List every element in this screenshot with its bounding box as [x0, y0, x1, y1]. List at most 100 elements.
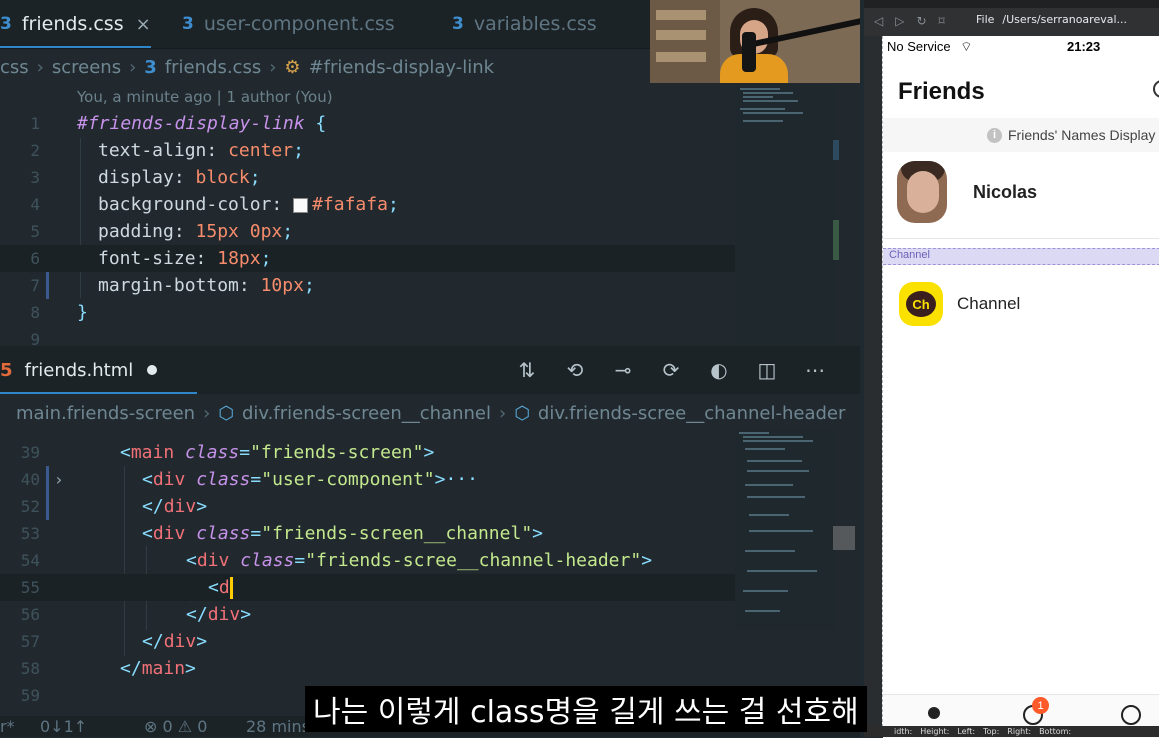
address-bar[interactable]: File/Users/serranoareval...: [976, 13, 1127, 26]
tab-variables-css[interactable]: 3 variables.css: [452, 0, 597, 48]
sync-status[interactable]: 0↓1↑: [40, 717, 87, 736]
code-line: 5 padding: 15px 0px;: [0, 218, 735, 245]
tag-bracket: >: [532, 523, 544, 544]
compare-changes-icon[interactable]: ⇅: [514, 358, 540, 382]
tab-label: user-component.css: [203, 13, 395, 35]
breadcrumb-item[interactable]: friends.css: [165, 57, 261, 78]
color-swatch-icon[interactable]: [293, 197, 309, 213]
css-property: margin-bottom: [98, 275, 239, 296]
chevron-right-icon: ›: [498, 402, 507, 424]
browser-window: ◁ ▷ ↻ ⌑ File/Users/serranoareval... No S…: [864, 0, 1159, 738]
breadcrumb-item[interactable]: #friends-display-link: [309, 57, 495, 78]
css-colon: :: [173, 167, 196, 188]
branch-status[interactable]: r*: [0, 717, 15, 736]
unsaved-dot-icon[interactable]: [147, 365, 158, 375]
breadcrumb-item[interactable]: screens: [52, 57, 121, 78]
code-text: background-color: #fafafa;: [98, 194, 399, 215]
line-number: 56: [20, 605, 40, 624]
git-graph-icon[interactable]: ◐: [706, 358, 732, 382]
editor-actions: ⇅ ⟲ ⊸ ⟳ ◐ ◫ ⋯: [514, 358, 828, 382]
previous-change-icon[interactable]: ⟲: [562, 358, 588, 382]
css-brace: {: [304, 113, 327, 134]
url-text: /Users/serranoareval...: [1002, 13, 1128, 26]
breadcrumb-item[interactable]: div.friends-scree__channel-header: [538, 403, 846, 424]
css-colon: :: [271, 194, 294, 215]
fold-chevron-icon[interactable]: ›: [54, 470, 64, 489]
tab-friends-html[interactable]: 5 friends.html: [0, 346, 198, 394]
code-text: </div>: [142, 631, 207, 652]
tab-label: friends.html: [24, 359, 134, 381]
phone-status-bar: No Service ⌔ 21:23: [887, 39, 1159, 59]
url-scheme: File: [976, 13, 995, 26]
channel-item[interactable]: Ch Channel: [899, 282, 1020, 326]
line-number: 58: [20, 659, 40, 678]
split-editor-icon[interactable]: ◫: [754, 358, 780, 382]
chevron-right-icon: ›: [269, 56, 277, 78]
code-line: 55 <d: [0, 574, 735, 601]
tag-bracket: <: [208, 576, 219, 598]
code-line: 56 </div>: [0, 601, 735, 628]
tag-bracket: >: [240, 604, 252, 625]
next-change-icon[interactable]: ⟳: [658, 358, 684, 382]
css-semicolon: ;: [303, 275, 315, 296]
bookmark-icon[interactable]: ⌑: [939, 14, 945, 28]
git-blame-lens[interactable]: You, a minute ago | 1 author (You): [77, 88, 333, 106]
tab-more-icon[interactable]: [1121, 705, 1141, 725]
page-title: Friends: [898, 78, 985, 105]
line-number: 3: [30, 168, 40, 187]
attr-equals: =: [294, 550, 306, 571]
breadcrumb-item[interactable]: css: [0, 57, 29, 78]
problems-status[interactable]: ⊗ 0 ⚠ 0: [144, 717, 207, 736]
css-value: #fafafa: [312, 194, 388, 215]
line-number: 39: [20, 443, 40, 462]
breadcrumb-item[interactable]: main.friends-screen: [16, 403, 195, 424]
css-semicolon: ;: [249, 167, 261, 188]
tab-friends-css[interactable]: 3 friends.css ×: [0, 0, 151, 48]
line-number: 7: [30, 276, 40, 295]
browser-tab-strip[interactable]: [864, 0, 1159, 8]
css-property: display: [98, 167, 174, 188]
attr-value: "friends-scree__channel-header": [305, 550, 642, 571]
css-minimap[interactable]: [735, 84, 839, 344]
chevron-right-icon: ›: [203, 402, 211, 424]
line-number: 59: [20, 686, 40, 705]
tab-user-component-css[interactable]: 3 user-component.css: [182, 0, 395, 48]
html-minimap[interactable]: [735, 430, 855, 630]
css-property: font-size: [98, 248, 196, 269]
line-number: 57: [20, 632, 40, 651]
code-line: 6 font-size: 18px;: [0, 245, 735, 272]
settings-icon[interactable]: [1153, 80, 1159, 98]
css-file-icon: 3: [182, 14, 194, 34]
code-text: </div>: [186, 604, 251, 625]
commit-icon[interactable]: ⊸: [610, 358, 636, 382]
forward-icon[interactable]: ▷: [895, 14, 904, 28]
tag-bracket: >: [423, 442, 435, 463]
highlight-label: Channel: [889, 249, 930, 261]
user-component[interactable]: Nicolas: [897, 160, 1037, 224]
tag-bracket: <: [142, 469, 153, 490]
divider: [883, 238, 1159, 239]
code-line: 54 <div class="friends-scree__channel-hea…: [0, 547, 735, 574]
code-text: text-align: center;: [98, 140, 304, 161]
more-actions-icon[interactable]: ⋯: [802, 358, 828, 382]
tab-friends-icon[interactable]: [928, 707, 940, 719]
code-text: <main class="friends-screen">: [120, 442, 434, 463]
code-line: 40 › <div class="user-component">···: [0, 466, 735, 493]
tag-name: main: [141, 658, 186, 679]
reload-icon[interactable]: ↻: [916, 14, 926, 28]
tag-bracket: </: [142, 631, 164, 652]
selector-icon: ⚙: [284, 56, 301, 78]
breadcrumb-item[interactable]: div.friends-screen__channel: [242, 403, 491, 424]
tag-bracket: </: [120, 658, 142, 679]
tag-name: div: [196, 550, 230, 571]
close-icon[interactable]: ×: [136, 14, 151, 35]
code-text: padding: 15px 0px;: [98, 221, 293, 242]
kakao-channel-icon: Ch: [899, 282, 943, 326]
timer-status[interactable]: 28 mins: [246, 717, 310, 736]
attr-name: class: [196, 469, 251, 490]
element-icon: ⬡: [218, 402, 234, 424]
friends-display-link[interactable]: i Friends' Names Display: [883, 118, 1159, 152]
wifi-icon: ⌔: [960, 39, 973, 54]
devtools-label: Bottom:: [1039, 727, 1072, 736]
back-icon[interactable]: ◁: [874, 14, 883, 28]
